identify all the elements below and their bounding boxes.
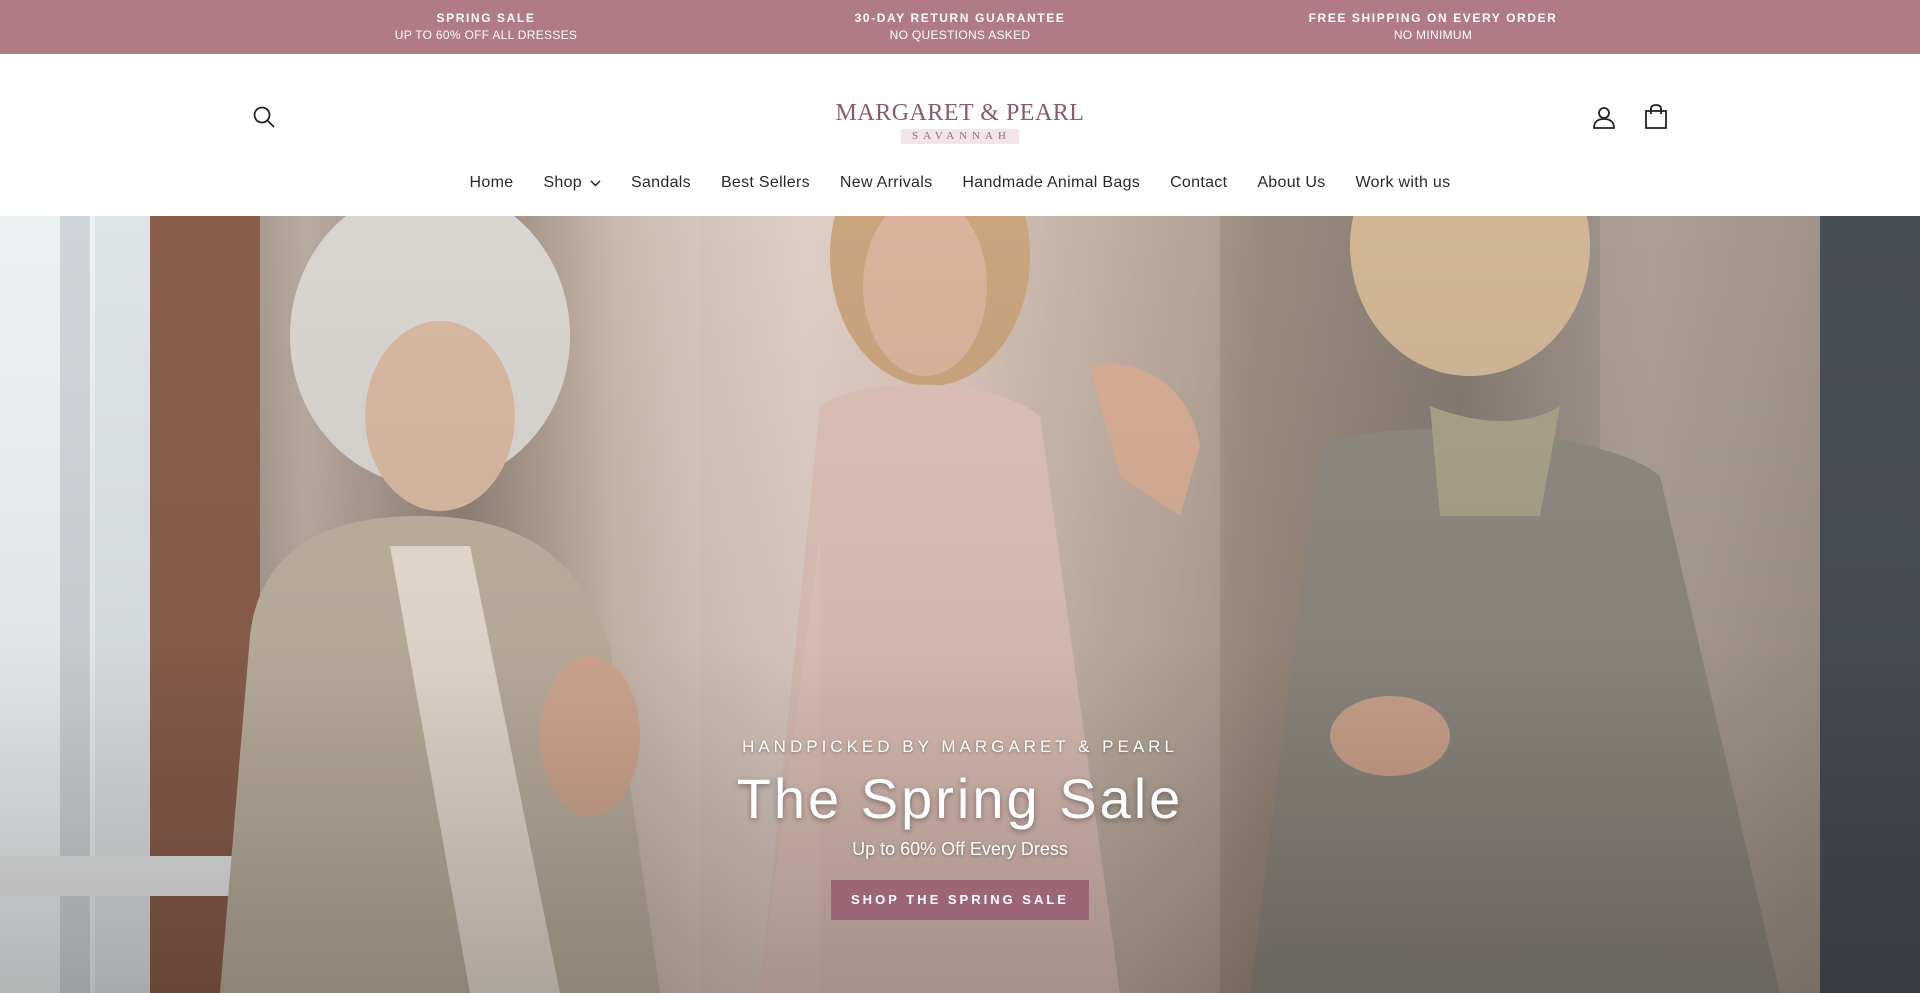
- chevron-down-icon: [590, 179, 601, 187]
- nav-item-label: Work with us: [1355, 174, 1451, 191]
- nav-item-sandals[interactable]: Sandals: [616, 174, 706, 192]
- nav-item-about-us[interactable]: About Us: [1242, 174, 1340, 192]
- nav-item-label: Home: [469, 174, 514, 191]
- main-nav: Home Shop Sandals Best Sellers New Arriv…: [0, 168, 1920, 198]
- nav-item-label: Best Sellers: [720, 174, 810, 191]
- nav-item-work-with-us[interactable]: Work with us: [1341, 174, 1466, 192]
- announcement-title: SPRING SALE: [436, 11, 536, 25]
- nav-item-label: Handmade Animal Bags: [962, 174, 1141, 191]
- nav-item-home[interactable]: Home: [455, 174, 529, 192]
- announcement-title: FREE SHIPPING ON EVERY ORDER: [1308, 11, 1558, 25]
- announcement-subtitle: NO MINIMUM: [1393, 28, 1473, 42]
- announcement-spring-sale[interactable]: SPRING SALE UP TO 60% OFF ALL DRESSES: [276, 10, 696, 44]
- nav-item-new-arrivals[interactable]: New Arrivals: [825, 174, 948, 192]
- nav-item-label: Shop: [543, 174, 583, 191]
- hero-kicker: HANDPICKED BY MARGARET & PEARL: [742, 737, 1178, 756]
- announcement-return-guarantee[interactable]: 30-DAY RETURN GUARANTEE NO QUESTIONS ASK…: [750, 10, 1170, 44]
- logo-location: SAVANNAH: [901, 129, 1019, 144]
- nav-item-contact[interactable]: Contact: [1155, 174, 1242, 192]
- account-button[interactable]: [1586, 101, 1622, 137]
- site-header: MARGARET & PEARL SAVANNAH Home Shop Sand…: [0, 54, 1920, 216]
- announcement-title: 30-DAY RETURN GUARANTEE: [854, 11, 1066, 25]
- nav-item-label: Sandals: [631, 174, 691, 191]
- nav-item-best-sellers[interactable]: Best Sellers: [706, 174, 825, 192]
- cart-icon: [1644, 103, 1668, 135]
- search-button[interactable]: [246, 101, 282, 137]
- announcement-free-shipping[interactable]: FREE SHIPPING ON EVERY ORDER NO MINIMUM: [1223, 10, 1643, 44]
- announcement-subtitle: NO QUESTIONS ASKED: [889, 28, 1031, 42]
- cart-button[interactable]: [1638, 101, 1674, 137]
- hero-banner: HANDPICKED BY MARGARET & PEARL The Sprin…: [0, 216, 1920, 993]
- shop-spring-sale-button[interactable]: SHOP THE SPRING SALE: [831, 880, 1089, 920]
- search-icon: [252, 105, 276, 134]
- nav-item-handmade-animal-bags[interactable]: Handmade Animal Bags: [947, 174, 1155, 192]
- hero-title: The Spring Sale: [736, 767, 1184, 830]
- account-icon: [1591, 104, 1617, 135]
- logo-wordmark: MARGARET & PEARL: [835, 100, 1085, 126]
- site-logo[interactable]: MARGARET & PEARL SAVANNAH: [760, 100, 1160, 144]
- hero-subtitle: Up to 60% Off Every Dress: [852, 839, 1068, 859]
- hero-content: HANDPICKED BY MARGARET & PEARL The Sprin…: [560, 736, 1360, 920]
- nav-item-label: Contact: [1170, 174, 1228, 191]
- nav-item-shop[interactable]: Shop: [528, 174, 616, 192]
- announcement-bar: SPRING SALE UP TO 60% OFF ALL DRESSES 30…: [0, 0, 1920, 54]
- announcement-subtitle: UP TO 60% OFF ALL DRESSES: [394, 28, 578, 42]
- nav-item-label: New Arrivals: [839, 174, 933, 191]
- nav-item-label: About Us: [1257, 174, 1326, 191]
